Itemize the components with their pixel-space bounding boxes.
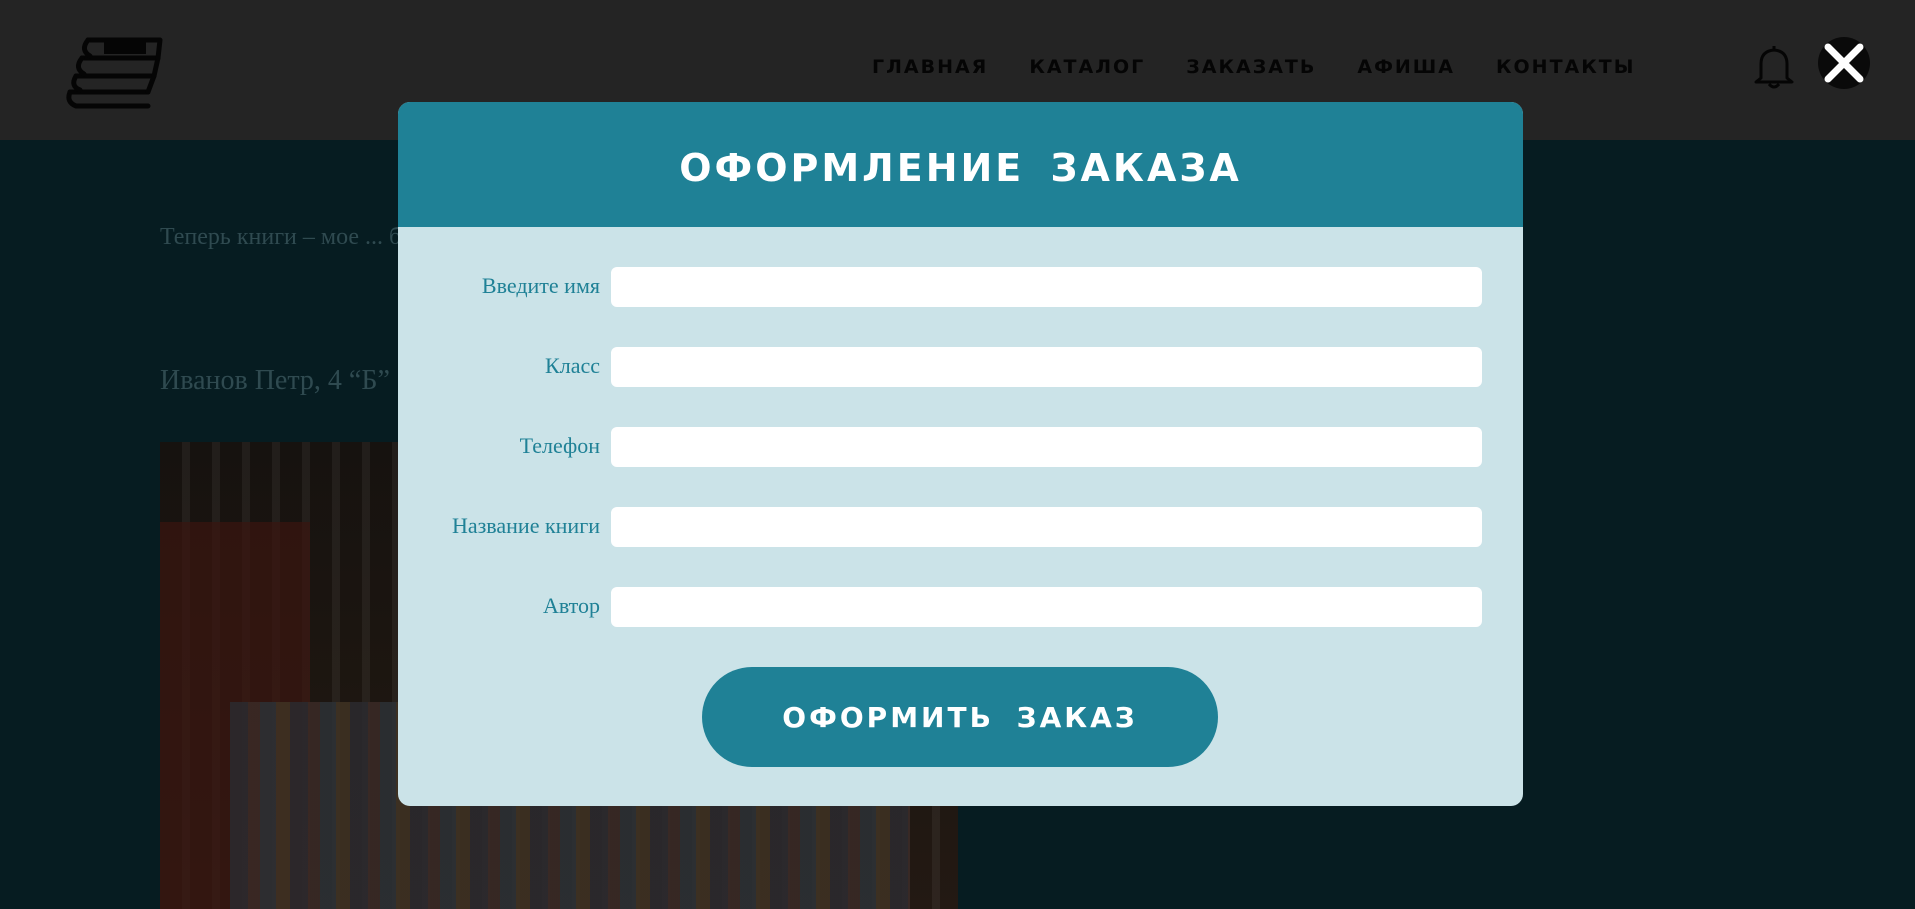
- nav-item-order[interactable]: ЗАКАЗАТЬ: [1186, 56, 1316, 78]
- nav-item-contacts[interactable]: КОНТАКТЫ: [1496, 56, 1635, 78]
- book-title-input[interactable]: [611, 507, 1482, 547]
- author-label: Автор: [542, 593, 600, 618]
- phone-input[interactable]: [611, 427, 1482, 467]
- books-logo-icon[interactable]: [62, 30, 164, 112]
- form-row-book-title: Название книги: [398, 507, 1523, 547]
- class-input[interactable]: [611, 347, 1482, 387]
- order-modal: ОФОРМЛЕНИЕ ЗАКАЗА Введите имя Класс Теле…: [398, 102, 1523, 806]
- class-label: Класс: [545, 353, 600, 378]
- name-label: Введите имя: [481, 273, 600, 298]
- form-row-name: Введите имя: [398, 267, 1523, 307]
- form-row-class: Класс: [398, 347, 1523, 387]
- submit-order-button[interactable]: ОФОРМИТЬ ЗАКАЗ: [702, 667, 1218, 767]
- author-input[interactable]: [611, 587, 1482, 627]
- name-input[interactable]: [611, 267, 1482, 307]
- nav-item-events[interactable]: АФИША: [1357, 56, 1455, 78]
- book-title-label: Название книги: [451, 513, 600, 538]
- form-row-author: Автор: [398, 587, 1523, 627]
- form-row-phone: Телефон: [398, 427, 1523, 467]
- bell-icon[interactable]: [1752, 42, 1796, 90]
- modal-title: ОФОРМЛЕНИЕ ЗАКАЗА: [679, 145, 1242, 190]
- close-modal-button[interactable]: [1818, 37, 1870, 89]
- main-nav: ГЛАВНАЯ КАТАЛОГ ЗАКАЗАТЬ АФИША КОНТАКТЫ: [872, 56, 1635, 78]
- modal-header: ОФОРМЛЕНИЕ ЗАКАЗА: [398, 102, 1523, 227]
- nav-item-home[interactable]: ГЛАВНАЯ: [872, 56, 988, 78]
- nav-item-catalog[interactable]: КАТАЛОГ: [1029, 56, 1145, 78]
- review-author: Иванов Петр, 4 “Б”: [160, 365, 390, 396]
- phone-label: Телефон: [519, 433, 600, 458]
- close-icon: [1824, 43, 1864, 83]
